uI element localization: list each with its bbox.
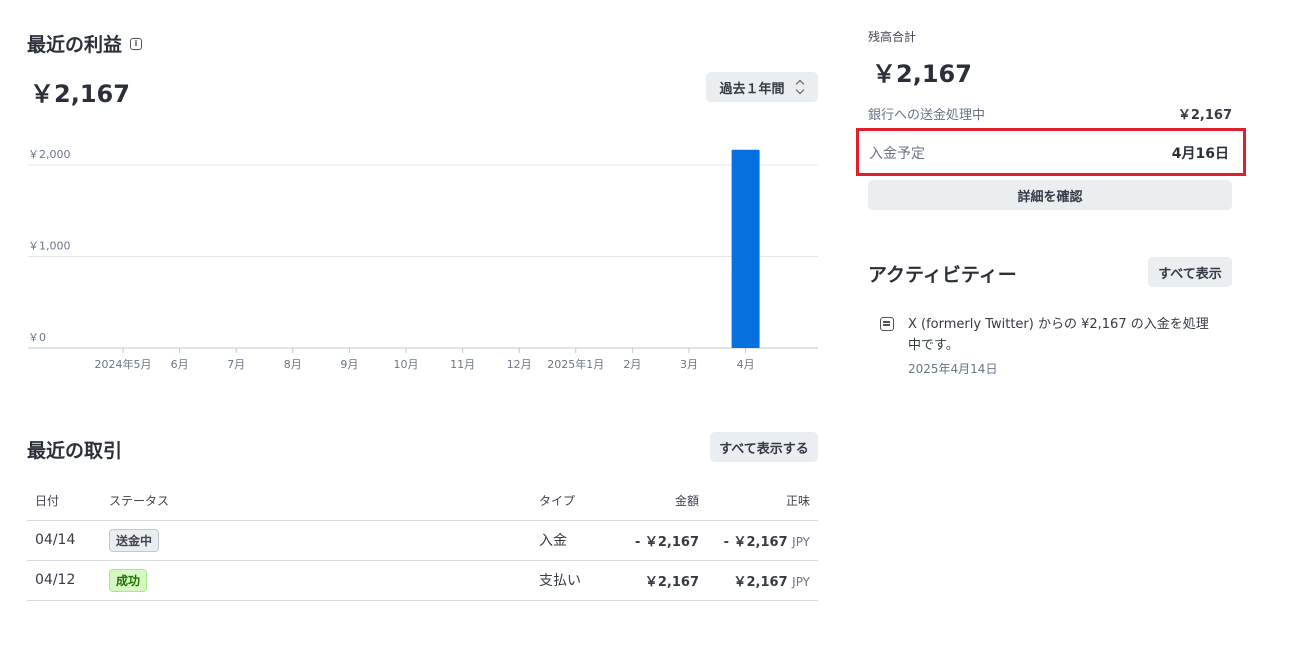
balance-total: ￥2,167 [872, 60, 972, 88]
row-type: 入金 [539, 520, 619, 561]
balance-label: 残高合計 [868, 30, 917, 44]
x-tick-label: 6月 [171, 358, 189, 371]
activity-title: アクティビティー [868, 264, 1017, 286]
x-tick-label: 4月 [737, 358, 755, 371]
activity-item[interactable]: X (formerly Twitter) からの ¥2,167 の入金を処理中で… [880, 314, 1210, 377]
x-tick-label: 10月 [394, 358, 419, 371]
status-badge: 成功 [109, 568, 148, 592]
earnings-chart-svg: ￥0 ￥1,000 ￥2,000 2024年5月 6月 7月 8月 9月 10月 11月 12月 20… [28, 148, 818, 371]
earnings-chart: ￥0 ￥1,000 ￥2,000 2024年5月 6月 7月 8月 9月 10月 11月 12月 20… [0, 130, 830, 380]
earnings-title: 最近の利益 i [27, 30, 143, 57]
document-icon [880, 317, 894, 331]
x-tick-label: 2024年5月 [95, 357, 152, 371]
view-all-transactions-button[interactable]: すべて表示する [710, 432, 818, 462]
y-tick-label: ￥0 [28, 331, 46, 344]
y-tick-label: ￥1,000 [28, 240, 71, 253]
bank-transfer-value: ￥2,167 [1177, 108, 1232, 123]
deposit-row: 入金予定 4月16日 [869, 143, 1229, 163]
earnings-total: ￥2,167 [30, 80, 130, 108]
x-tick-label: 11月 [450, 358, 475, 371]
header-net: 正味 [699, 482, 818, 521]
chart-bar[interactable] [731, 149, 760, 348]
table-row[interactable]: 04/12 成功 支払い ￥2,167 ￥2,167 JPY [27, 560, 818, 601]
x-tick-label: 8月 [284, 358, 302, 371]
status-badge: 送金中 [109, 528, 160, 552]
row-type: 支払い [539, 560, 619, 601]
view-all-activity-button[interactable]: すべて表示 [1148, 257, 1232, 287]
info-icon[interactable]: i [130, 37, 143, 50]
row-currency: JPY [792, 574, 810, 589]
deposit-highlight-box: 入金予定 4月16日 [856, 128, 1246, 176]
x-tick-label: 2025年1月 [547, 357, 604, 371]
row-amount: ￥2,167 [619, 560, 699, 601]
bank-transfer-row: 銀行への送金処理中 ￥2,167 [868, 104, 1232, 123]
table-row[interactable]: 04/14 送金中 入金 - ￥2,167 - ￥2,167 JPY [27, 520, 818, 561]
x-tick-label: 3月 [680, 358, 698, 371]
x-tick-label: 12月 [507, 358, 532, 371]
row-amount: - ￥2,167 [619, 520, 699, 561]
row-net: - ￥2,167 [723, 534, 788, 550]
period-select-label: 過去１年間 [719, 81, 785, 97]
earnings-title-text: 最近の利益 [27, 34, 123, 56]
transactions-title: 最近の取引 [27, 440, 123, 462]
header-type: タイプ [539, 482, 619, 521]
x-tick-label: 9月 [340, 358, 358, 371]
x-tick-label: 7月 [227, 358, 245, 371]
transactions-table: 日付 ステータス タイプ 金額 正味 04/14 送金中 入金 - ￥2,167… [27, 482, 818, 601]
row-currency: JPY [792, 534, 810, 549]
header-status: ステータス [109, 482, 539, 521]
row-net: ￥2,167 [733, 574, 788, 590]
row-date: 04/14 [27, 520, 109, 561]
chevron-up-down-icon [795, 80, 805, 94]
table-header-row: 日付 ステータス タイプ 金額 正味 [27, 482, 818, 521]
bank-transfer-label: 銀行への送金処理中 [868, 108, 986, 123]
activity-text: X (formerly Twitter) からの ¥2,167 の入金を処理中で… [908, 317, 1209, 353]
activity-date: 2025年4月14日 [908, 362, 998, 376]
deposit-value: 4月16日 [1171, 146, 1229, 162]
view-details-button[interactable]: 詳細を確認 [868, 180, 1232, 210]
period-select[interactable]: 過去１年間 [706, 72, 818, 102]
row-date: 04/12 [27, 560, 109, 601]
deposit-label: 入金予定 [869, 146, 925, 162]
header-amount: 金額 [619, 482, 699, 521]
x-tick-label: 2月 [623, 358, 641, 371]
header-date: 日付 [27, 482, 109, 521]
y-tick-label: ￥2,000 [28, 148, 71, 161]
